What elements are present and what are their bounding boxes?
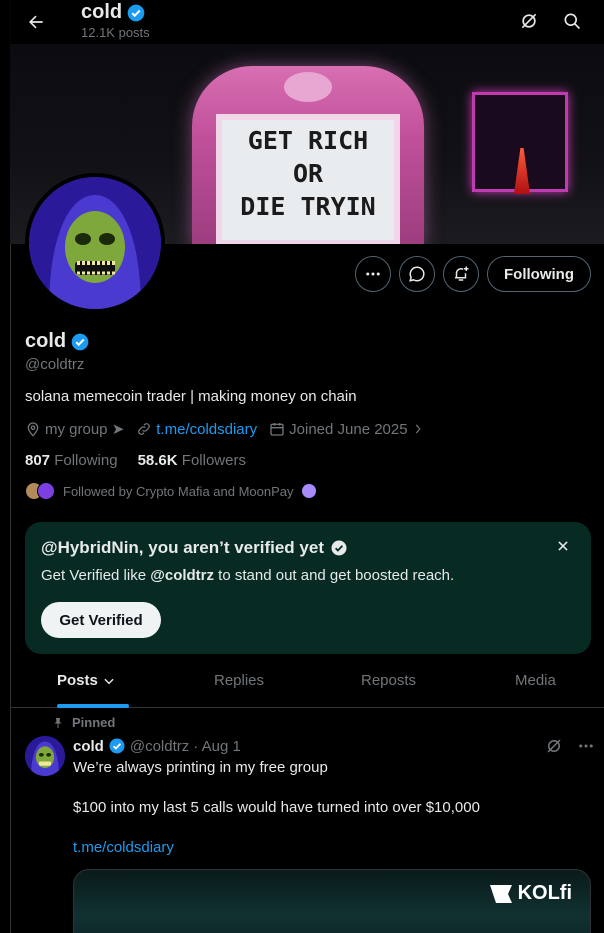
- verified-badge-icon: [109, 738, 125, 754]
- avatar: [37, 482, 55, 500]
- search-button[interactable]: [559, 8, 585, 34]
- verified-badge-icon: [71, 333, 89, 350]
- skull-avatar-icon: [25, 736, 65, 776]
- calendar-icon: [270, 423, 284, 436]
- moonpay-icon: [301, 484, 316, 498]
- back-button[interactable]: [22, 8, 50, 36]
- marquee-sign: GET RICH OR DIE TRYIN: [192, 66, 424, 244]
- location-item: my group ➤: [25, 420, 124, 438]
- close-button[interactable]: [553, 536, 573, 556]
- get-verified-button[interactable]: Get Verified: [41, 602, 161, 638]
- profile-avatar[interactable]: [25, 173, 165, 313]
- post-handle[interactable]: @coldtrz: [130, 738, 189, 755]
- post-author[interactable]: cold: [73, 738, 104, 755]
- tab-reposts[interactable]: Reposts: [361, 672, 416, 689]
- tab-posts[interactable]: Posts: [57, 672, 116, 689]
- profile-bio: solana memecoin trader | making money on…: [25, 388, 357, 405]
- profile-meta: my group ➤ t.me/coldsdiary Joined June 2…: [25, 420, 436, 438]
- followed-by-avatars: [25, 482, 55, 500]
- grok-button[interactable]: [545, 737, 563, 760]
- notifications-button[interactable]: [443, 256, 479, 292]
- post-header: cold @coldtrz · Aug 1: [73, 737, 241, 755]
- bell-plus-icon: [455, 266, 469, 281]
- kolfi-logo: KOLfi: [488, 882, 572, 905]
- joined-item[interactable]: Joined June 2025: [269, 421, 423, 438]
- topbar-post-count: 12.1K posts: [81, 25, 150, 40]
- tab-media[interactable]: Media: [515, 672, 556, 689]
- pin-icon: [54, 717, 62, 728]
- website-item[interactable]: t.me/coldsdiary: [136, 421, 257, 438]
- following-count-link[interactable]: 807 Following: [25, 452, 118, 469]
- profile-name: cold: [25, 330, 90, 353]
- profile-tabs: Posts Replies Reposts Media: [10, 660, 604, 708]
- verified-badge-icon: [331, 540, 347, 556]
- sign-text: GET RICH OR DIE TRYIN: [216, 114, 400, 244]
- verified-badge-icon: [127, 4, 145, 21]
- grok-button[interactable]: [516, 8, 542, 34]
- followed-by[interactable]: Followed by Crypto Mafia and MoonPay: [25, 482, 316, 500]
- search-icon: [564, 13, 581, 30]
- following-button[interactable]: Following: [487, 256, 591, 292]
- active-tab-indicator: [57, 704, 129, 708]
- back-arrow-icon: [29, 15, 43, 29]
- verification-card: @HybridNin, you aren’t verified yet Get …: [25, 522, 591, 654]
- post-text-line: $100 into my last 5 calls would have tur…: [73, 799, 480, 816]
- post-avatar[interactable]: [25, 736, 65, 776]
- skull-avatar-icon: [29, 177, 161, 309]
- post-actions: [545, 737, 595, 760]
- more-options-button[interactable]: [355, 256, 391, 292]
- post-text-line: We’re always printing in my free group: [73, 759, 328, 776]
- post-link[interactable]: t.me/coldsdiary: [73, 839, 174, 856]
- post-date[interactable]: · Aug 1: [193, 738, 241, 755]
- pinned-label: Pinned: [52, 715, 115, 730]
- post-media[interactable]: KOLfi: [73, 869, 591, 933]
- followers-count-link[interactable]: 58.6K Followers: [138, 452, 246, 469]
- grok-icon: [521, 13, 537, 29]
- tab-replies[interactable]: Replies: [214, 672, 264, 689]
- profile-handle: @coldtrz: [25, 356, 85, 373]
- close-icon: [558, 541, 568, 551]
- message-button[interactable]: [399, 256, 435, 292]
- topbar-name: cold: [81, 1, 146, 24]
- chat-bubble-icon: [409, 266, 425, 282]
- grok-icon: [547, 739, 561, 753]
- chevron-down-icon: [104, 678, 114, 684]
- verify-title: @HybridNin, you aren’t verified yet: [41, 538, 348, 558]
- link-icon: [138, 423, 151, 435]
- website-link[interactable]: t.me/coldsdiary: [156, 421, 257, 438]
- post-more-button[interactable]: [577, 737, 595, 760]
- top-bar: cold 12.1K posts: [0, 0, 604, 44]
- verify-subtitle: Get Verified like @coldtrz to stand out …: [41, 567, 455, 584]
- location-pin-icon: [27, 422, 39, 437]
- chevron-right-icon: [415, 424, 421, 434]
- more-horizontal-icon: [579, 744, 593, 748]
- more-horizontal-icon: [366, 272, 380, 276]
- kolfi-flag-icon: [489, 884, 512, 903]
- follow-counts: 807 Following 58.6K Followers: [25, 452, 246, 469]
